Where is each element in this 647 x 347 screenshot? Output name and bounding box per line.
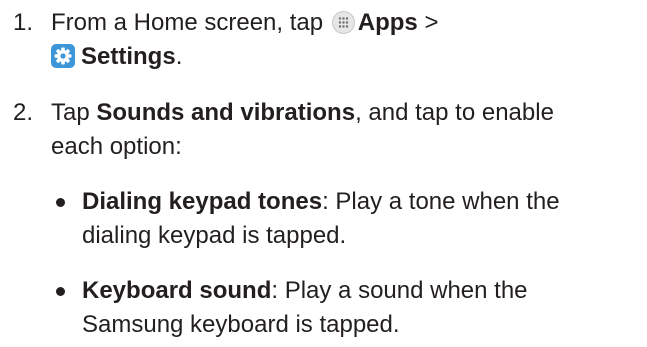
option-description-continued: Samsung keyboard is tapped.	[82, 311, 400, 338]
step-1-period: .	[175, 43, 183, 70]
option-description: : Play a tone when the	[322, 188, 560, 215]
apps-label: Apps	[357, 9, 418, 36]
step-2-intro: Tap	[51, 99, 90, 126]
step-number: 2.	[13, 99, 34, 126]
menu-separator: >	[424, 9, 439, 36]
apps-grid-icon	[331, 11, 355, 34]
option-list-item: Dialing keypad tones: Play a tone when t…	[0, 185, 640, 255]
step-1: 1. From a Home screen, tap Apps > Settin…	[0, 6, 640, 76]
instructions-document: 1. From a Home screen, tap Apps > Settin…	[0, 0, 647, 347]
option-text: Keyboard sound: Play a sound when the Sa…	[82, 274, 642, 342]
option-term: Dialing keypad tones	[82, 188, 323, 215]
step-text: From a Home screen, tap Apps > Settings.	[51, 6, 641, 74]
option-description-continued: dialing keypad is tapped.	[82, 222, 347, 249]
option-list-item: Keyboard sound: Play a sound when the Sa…	[0, 274, 640, 344]
option-text: Dialing keypad tones: Play a tone when t…	[82, 185, 642, 253]
step-1-intro: From a Home screen, tap	[51, 9, 324, 36]
option-description: : Play a sound when the	[271, 277, 528, 304]
step-number: 1.	[13, 9, 34, 36]
step-2: 2. Tap Sounds and vibrations, and tap to…	[0, 96, 640, 166]
settings-label: Settings	[81, 43, 176, 70]
sounds-and-vibrations-label: Sounds and vibrations	[96, 99, 356, 126]
bullet-icon	[56, 287, 65, 296]
bullet-icon	[56, 198, 65, 207]
settings-gear-icon	[51, 44, 75, 68]
step-text: Tap Sounds and vibrations, and tap to en…	[51, 96, 641, 164]
step-2-line2: each option:	[51, 133, 182, 160]
option-term: Keyboard sound	[82, 277, 272, 304]
step-2-continuation: , and tap to enable	[355, 99, 554, 126]
